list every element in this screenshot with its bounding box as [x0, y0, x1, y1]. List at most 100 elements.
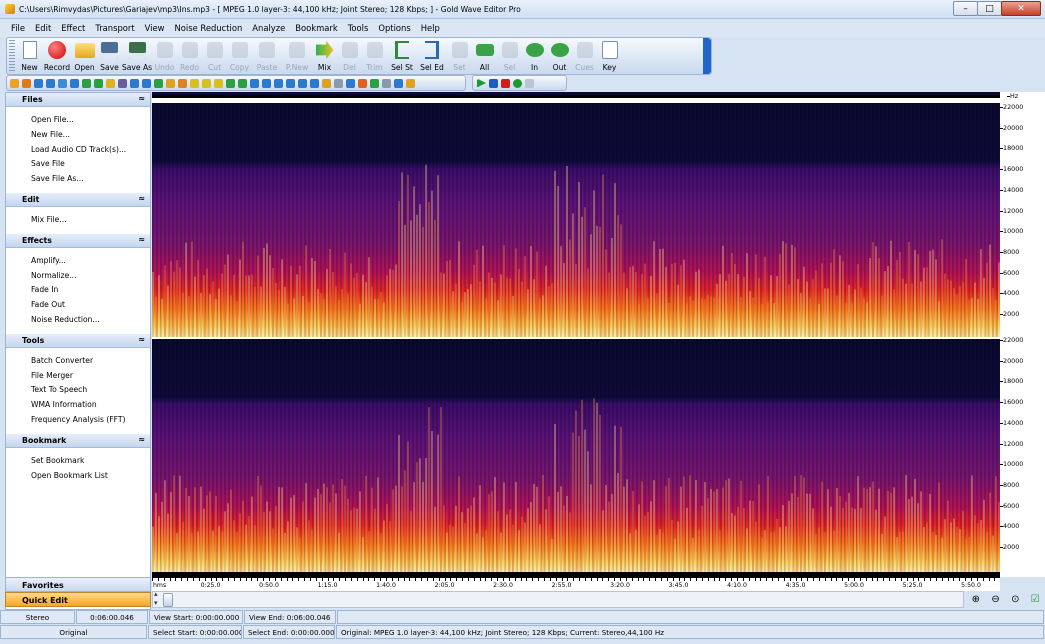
toolbar-button-trim[interactable]: Trim [362, 38, 387, 74]
effect-tool-icon[interactable] [178, 78, 187, 88]
sidebar-item-normalize[interactable]: Normalize... [31, 269, 150, 284]
quick-edit-tab[interactable]: Quick Edit [5, 592, 151, 607]
effect-tool-icon[interactable] [262, 78, 271, 88]
toolbar-button-key[interactable]: Key [597, 38, 622, 74]
play-selection-icon[interactable] [513, 78, 522, 88]
effect-tool-icon[interactable] [142, 78, 151, 88]
zoom-out-icon[interactable]: ⊖ [989, 593, 1002, 606]
spectrogram-view[interactable] [152, 92, 1000, 577]
collapse-chevron-icon[interactable]: ≈ [138, 235, 145, 244]
menu-options[interactable]: Options [373, 23, 415, 33]
toolbar-button-all[interactable]: All [472, 38, 497, 74]
effect-tool-icon[interactable] [10, 78, 19, 88]
horizontal-scrollbar[interactable]: ▴ ▾ [152, 590, 964, 608]
toolbar-button-p-new[interactable]: P.New [282, 38, 312, 74]
effect-tool-icon[interactable] [334, 78, 343, 88]
effect-tool-icon[interactable] [394, 78, 403, 88]
menu-noise-reduction[interactable]: Noise Reduction [170, 23, 248, 33]
toolbar-button-undo[interactable]: Undo [152, 38, 177, 74]
toolbar-button-save-as[interactable]: Save As [122, 38, 152, 74]
collapse-chevron-icon[interactable]: ≈ [138, 94, 145, 103]
effect-tool-icon[interactable] [70, 78, 79, 88]
sidebar-item-file-merger[interactable]: File Merger [31, 369, 150, 384]
toolbar-button-del[interactable]: Del [337, 38, 362, 74]
effect-tool-icon[interactable] [358, 78, 367, 88]
toolbar-button-in[interactable]: In [522, 38, 547, 74]
effect-tool-icon[interactable] [250, 78, 259, 88]
sidebar-item-fade-in[interactable]: Fade In [31, 283, 150, 298]
sidebar-item-open-bookmark-list[interactable]: Open Bookmark List [31, 469, 150, 484]
toolbar-button-paste[interactable]: Paste [252, 38, 282, 74]
effect-tool-icon[interactable] [202, 78, 211, 88]
effect-tool-icon[interactable] [46, 78, 55, 88]
toolbar-button-out[interactable]: Out [547, 38, 572, 74]
menu-file[interactable]: File [6, 23, 30, 33]
menu-tools[interactable]: Tools [343, 23, 374, 33]
stop-icon[interactable] [501, 78, 510, 88]
toolbar-button-sel-st[interactable]: Sel St [387, 38, 417, 74]
sidebar-item-noise-reduction[interactable]: Noise Reduction... [31, 313, 150, 328]
menu-bookmark[interactable]: Bookmark [290, 23, 342, 33]
toolbar-button-cues[interactable]: Cues [572, 38, 597, 74]
effect-tool-icon[interactable] [130, 78, 139, 88]
sidebar-item-load-audio-cd-track-s[interactable]: Load Audio CD Track(s)... [31, 143, 150, 158]
zoom-fit-icon[interactable]: ⊙ [1009, 593, 1022, 606]
effect-tool-icon[interactable] [154, 78, 163, 88]
effect-tool-icon[interactable] [298, 78, 307, 88]
close-button[interactable]: ✕ [1001, 1, 1041, 16]
check-icon[interactable]: ☑ [1029, 593, 1042, 606]
sidebar-section-bookmark[interactable]: Bookmark ≈ [6, 433, 150, 448]
collapse-chevron-icon[interactable]: ≈ [138, 194, 145, 203]
effect-tool-icon[interactable] [346, 78, 355, 88]
effect-tool-icon[interactable] [118, 78, 127, 88]
toolbar-grip[interactable] [9, 40, 15, 72]
effect-tool-icon[interactable] [106, 78, 115, 88]
menu-edit[interactable]: Edit [30, 23, 56, 33]
minimize-button[interactable]: – [953, 1, 978, 16]
sidebar-item-wma-information[interactable]: WMA Information [31, 398, 150, 413]
effect-tool-icon[interactable] [190, 78, 199, 88]
toolbar-button-copy[interactable]: Copy [227, 38, 252, 74]
play-icon[interactable] [477, 78, 486, 88]
effect-tool-icon[interactable] [22, 78, 31, 88]
sidebar-item-text-to-speech[interactable]: Text To Speech [31, 383, 150, 398]
effect-tool-icon[interactable] [34, 78, 43, 88]
menu-effect[interactable]: Effect [56, 23, 90, 33]
menu-transport[interactable]: Transport [90, 23, 139, 33]
sidebar-item-save-file-as[interactable]: Save File As... [31, 172, 150, 187]
pause-icon[interactable] [489, 78, 498, 88]
sidebar-item-save-file[interactable]: Save File [31, 157, 150, 172]
collapse-chevron-icon[interactable]: ≈ [138, 335, 145, 344]
sidebar-item-batch-converter[interactable]: Batch Converter [31, 354, 150, 369]
toolbar-button-new[interactable]: New [17, 38, 42, 74]
scroll-up-icon[interactable]: ▴ [154, 590, 158, 598]
effect-tool-icon[interactable] [58, 78, 67, 88]
sidebar-section-effects[interactable]: Effects ≈ [6, 233, 150, 248]
effect-tool-icon[interactable] [274, 78, 283, 88]
sidebar-item-frequency-analysis-fft[interactable]: Frequency Analysis (FFT) [31, 413, 150, 428]
toolbar-button-open[interactable]: Open [72, 38, 97, 74]
loop-icon[interactable] [525, 78, 534, 88]
sidebar-item-amplify[interactable]: Amplify... [31, 254, 150, 269]
effect-tool-icon[interactable] [238, 78, 247, 88]
scroll-down-icon[interactable]: ▾ [154, 599, 158, 607]
maximize-button[interactable]: □ [977, 1, 1002, 16]
effect-tool-icon[interactable] [310, 78, 319, 88]
scroll-thumb[interactable] [163, 593, 173, 607]
menu-help[interactable]: Help [416, 23, 445, 33]
sidebar-section-edit[interactable]: Edit ≈ [6, 192, 150, 207]
effect-tool-icon[interactable] [322, 78, 331, 88]
toolbar-button-record[interactable]: Record [42, 38, 72, 74]
toolbar-button-cut[interactable]: Cut [202, 38, 227, 74]
sidebar-section-files[interactable]: Files ≈ [6, 93, 150, 107]
spectrogram-canvas[interactable] [152, 92, 1000, 577]
effect-tool-icon[interactable] [94, 78, 103, 88]
favorites-tab[interactable]: Favorites [5, 577, 151, 592]
menu-view[interactable]: View [140, 23, 170, 33]
effect-tool-icon[interactable] [382, 78, 391, 88]
effect-tool-icon[interactable] [286, 78, 295, 88]
sidebar-item-new-file[interactable]: New File... [31, 128, 150, 143]
effect-tool-icon[interactable] [214, 78, 223, 88]
effect-tool-icon[interactable] [82, 78, 91, 88]
zoom-in-icon[interactable]: ⊕ [969, 593, 982, 606]
